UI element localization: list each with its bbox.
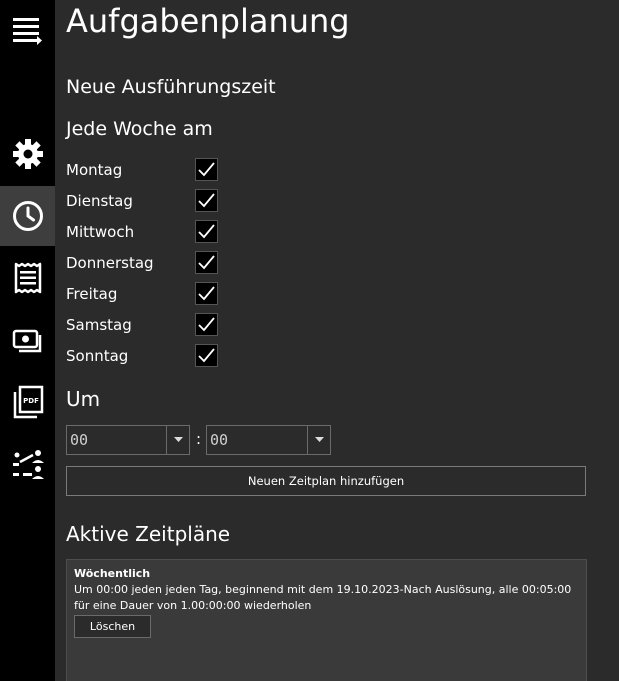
schedule-description: Um 00:00 jeden jeden Tag, beginnend mit … [74, 583, 572, 612]
hour-dropdown-arrow[interactable] [166, 426, 189, 454]
minute-value: 00 [210, 431, 229, 449]
svg-text:PDF: PDF [23, 397, 39, 405]
sidebar-item-scheduling[interactable] [0, 186, 55, 246]
add-schedule-button[interactable]: Neuen Zeitplan hinzufügen [66, 466, 586, 496]
day-label-thursday: Donnerstag [66, 254, 154, 272]
money-icon [12, 329, 41, 353]
checkbox-monday[interactable] [195, 158, 218, 181]
new-time-heading: Neue Ausführungszeit [66, 76, 276, 98]
time-separator: : [196, 430, 202, 448]
hour-value: 00 [70, 431, 89, 449]
pdf-icon: PDF [13, 385, 43, 419]
schedule-list-panel: Wöchentlich Um 00:00 jeden jeden Tag, be… [66, 559, 587, 681]
active-schedules-heading: Aktive Zeitpläne [66, 522, 231, 546]
workflow-icon [12, 450, 44, 479]
page-title: Aufgabenplanung [66, 2, 350, 40]
day-label-friday: Freitag [66, 285, 118, 303]
sidebar-item-receipts[interactable] [0, 248, 55, 308]
sidebar-item-settings[interactable] [0, 124, 55, 184]
sidebar: PDF [0, 0, 55, 681]
receipt-icon [14, 262, 41, 294]
checkbox-tuesday[interactable] [195, 189, 218, 212]
chevron-down-icon [173, 437, 183, 442]
sidebar-item-payments[interactable] [0, 310, 55, 370]
checkmark-icon [198, 255, 215, 270]
day-label-tuesday: Dienstag [66, 192, 133, 210]
chevron-down-icon [314, 437, 324, 442]
schedule-type: Wöchentlich [74, 567, 151, 580]
day-label-saturday: Samstag [66, 316, 132, 334]
checkbox-friday[interactable] [195, 282, 218, 305]
sidebar-item-workflow[interactable] [0, 434, 55, 494]
checkmark-icon [198, 162, 215, 177]
hamburger-menu-icon [12, 18, 42, 45]
gear-icon [12, 139, 43, 169]
checkbox-thursday[interactable] [195, 251, 218, 274]
day-label-wednesday: Mittwoch [66, 223, 135, 241]
main-content: Aufgabenplanung Neue Ausführungszeit Jed… [55, 0, 619, 681]
minute-select[interactable]: 00 [206, 425, 331, 455]
at-label: Um [66, 387, 101, 411]
checkmark-icon [198, 224, 215, 239]
minute-dropdown-arrow[interactable] [307, 426, 330, 454]
checkmark-icon [198, 193, 215, 208]
checkbox-wednesday[interactable] [195, 220, 218, 243]
checkmark-icon [198, 317, 215, 332]
day-label-monday: Montag [66, 161, 123, 179]
day-label-sunday: Sonntag [66, 347, 129, 365]
checkmark-icon [198, 348, 215, 363]
checkmark-icon [198, 286, 215, 301]
checkbox-sunday[interactable] [195, 344, 218, 367]
clock-icon [12, 201, 43, 231]
checkbox-saturday[interactable] [195, 313, 218, 336]
weekly-heading: Jede Woche am [66, 118, 213, 140]
hour-select[interactable]: 00 [66, 425, 190, 455]
delete-schedule-button[interactable]: Löschen [74, 615, 151, 638]
menu-button[interactable] [0, 0, 55, 60]
sidebar-item-pdf[interactable]: PDF [0, 372, 55, 432]
